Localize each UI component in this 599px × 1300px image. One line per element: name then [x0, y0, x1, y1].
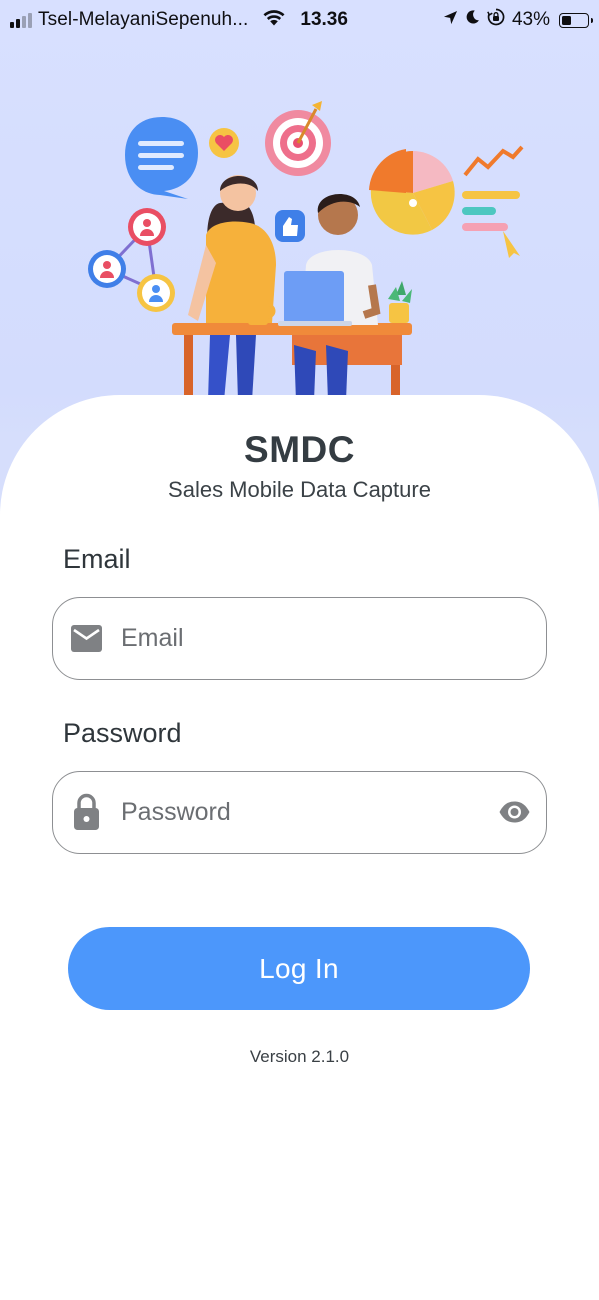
status-left: Tsel-MelayaniSepenuh... 13.36	[10, 8, 348, 32]
password-input[interactable]	[121, 772, 491, 852]
heart-icon	[209, 128, 239, 158]
password-label: Password	[63, 718, 182, 748]
app-subtitle: Sales Mobile Data Capture	[168, 477, 431, 502]
battery-level	[562, 15, 571, 25]
signal-icon	[10, 12, 32, 28]
email-input[interactable]	[121, 598, 491, 678]
location-arrow-icon	[443, 9, 458, 31]
team-analytics-illustration	[88, 101, 524, 405]
target-icon	[265, 101, 331, 176]
orientation-lock-icon	[487, 8, 505, 32]
login-screen: Tsel-MelayaniSepenuh... 13.36 43% SMDC S…	[0, 0, 599, 1300]
trend-chart-icon	[462, 145, 524, 258]
password-field[interactable]	[52, 771, 547, 854]
version-label: Version 2.1.0	[249, 1047, 350, 1066]
network-icon	[88, 208, 175, 312]
eye-icon[interactable]	[498, 772, 531, 852]
battery-icon	[559, 12, 593, 28]
moon-icon	[465, 9, 480, 31]
app-title: SMDC	[244, 429, 355, 470]
email-field[interactable]	[52, 597, 547, 680]
carrier-name: Tsel-MelayaniSepenuh...	[38, 9, 249, 30]
login-button[interactable]: Log In	[68, 927, 530, 1010]
status-bar: Tsel-MelayaniSepenuh... 13.36 43%	[0, 0, 599, 38]
thumbs-up-icon	[275, 210, 305, 242]
desk	[172, 323, 412, 405]
status-right: 43%	[443, 8, 593, 32]
email-label: Email	[63, 544, 131, 574]
clock-time: 13.36	[300, 9, 348, 30]
chat-bubble-icon	[125, 117, 198, 199]
woman-figure	[188, 175, 276, 401]
laptop-icon	[278, 271, 352, 326]
mail-icon	[71, 598, 102, 678]
plant-icon	[388, 281, 412, 323]
battery-percent: 43%	[511, 9, 550, 30]
pie-chart-icon	[369, 149, 455, 235]
lock-icon	[73, 772, 100, 852]
wifi-icon	[262, 8, 286, 32]
